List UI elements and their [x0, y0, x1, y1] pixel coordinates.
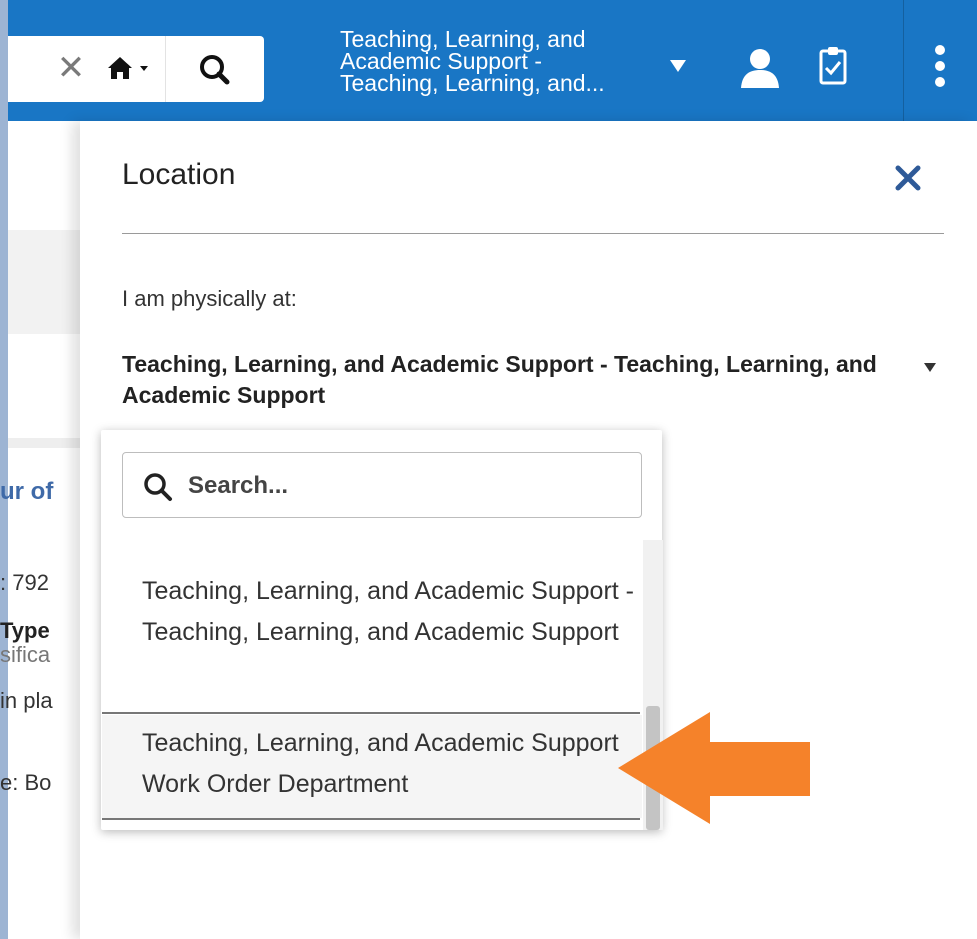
panel-divider: [122, 233, 944, 234]
location-label: I am physically at:: [122, 286, 297, 311]
more-vertical-icon: [935, 45, 945, 87]
dropdown-option[interactable]: Teaching, Learning, and Academic Support…: [102, 571, 642, 653]
current-location-title[interactable]: Teaching, Learning, and Academic Support…: [340, 28, 640, 95]
user-icon: [741, 49, 779, 88]
caret-down-icon: [670, 60, 686, 72]
arrow-left-icon: [618, 712, 810, 824]
close-icon: ✕: [56, 49, 86, 87]
toolbar-divider: [903, 0, 904, 121]
search-icon: [144, 473, 172, 501]
tasks-button[interactable]: [818, 44, 848, 88]
background-toolbar: [8, 230, 80, 334]
clipboard-check-icon: [819, 47, 847, 85]
dropdown-search-input[interactable]: [186, 466, 620, 506]
app-window: ✕ Teaching, Learning, and Academic Suppo…: [0, 0, 977, 939]
panel-title: Location: [122, 158, 236, 191]
background-divider: [8, 438, 80, 448]
dropdown-search-icon-wrapper: [142, 471, 174, 503]
home-menu-button[interactable]: [104, 48, 160, 88]
chevron-down-icon: [140, 66, 148, 71]
background-text-fragment: Type: [0, 618, 50, 643]
search-icon: [200, 55, 230, 85]
search-divider: [165, 36, 166, 102]
panel-close-button[interactable]: [890, 160, 926, 196]
dropdown-option-label: Teaching, Learning, and Academic Support…: [142, 729, 619, 798]
background-text-fragment: in pla: [0, 688, 53, 713]
search-button[interactable]: [196, 52, 236, 88]
option-divider: [102, 818, 640, 820]
background-text-fragment: sifica: [0, 642, 51, 667]
background-text-fragment: : 792: [0, 570, 49, 595]
highlight-arrow: [616, 710, 812, 826]
user-menu-button[interactable]: [738, 46, 782, 90]
clear-search-button[interactable]: ✕: [56, 50, 86, 86]
location-caret[interactable]: [668, 55, 688, 75]
background-link-fragment: ur of: [0, 478, 54, 505]
background-text-fragment: e: Bo: [0, 770, 52, 795]
close-icon: [895, 165, 921, 191]
option-divider: [102, 712, 640, 714]
home-icon: [108, 57, 148, 79]
more-options-button[interactable]: [930, 42, 950, 92]
location-select[interactable]: Teaching, Learning, and Academic Support…: [122, 349, 882, 411]
caret-down-icon: [924, 363, 936, 372]
dropdown-option-label: Teaching, Learning, and Academic Support…: [142, 577, 634, 646]
location-select-caret[interactable]: [922, 360, 938, 372]
window-edge: [0, 0, 8, 939]
dropdown-option-work-order[interactable]: Teaching, Learning, and Academic Support…: [102, 715, 642, 818]
